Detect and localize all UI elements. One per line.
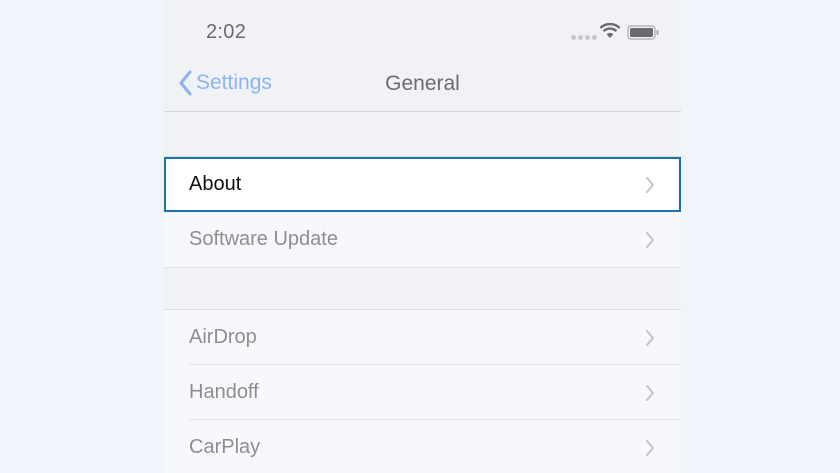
list-item-carplay[interactable]: CarPlay — [164, 420, 681, 473]
chevron-right-icon — [646, 330, 654, 346]
navigation-bar: Settings General — [164, 60, 681, 112]
settings-screen: 2:02 Settings General About Software Upd… — [164, 0, 681, 473]
list-item-software-update[interactable]: Software Update — [164, 212, 681, 267]
list-item-handoff[interactable]: Handoff — [164, 365, 681, 420]
list-item-label: CarPlay — [189, 436, 261, 458]
signal-dots-icon — [571, 35, 597, 40]
list-item-label: About — [189, 173, 242, 195]
chevron-right-icon — [646, 385, 654, 401]
battery-icon — [627, 25, 659, 40]
wifi-icon — [599, 23, 621, 38]
list-item-label: Software Update — [189, 228, 338, 250]
status-time: 2:02 — [206, 21, 247, 43]
chevron-right-icon — [646, 177, 654, 193]
chevron-right-icon — [646, 232, 654, 248]
list-item-label: AirDrop — [189, 326, 257, 348]
list-item-airdrop[interactable]: AirDrop — [164, 310, 681, 365]
settings-group-1: About Software Update — [164, 156, 681, 268]
settings-group-2: AirDrop Handoff CarPlay — [164, 309, 681, 473]
page-title: General — [385, 72, 460, 95]
list-item-about[interactable]: About — [164, 157, 681, 212]
chevron-right-icon — [646, 440, 654, 456]
status-bar: 2:02 — [164, 0, 681, 60]
list-item-label: Handoff — [189, 381, 259, 403]
